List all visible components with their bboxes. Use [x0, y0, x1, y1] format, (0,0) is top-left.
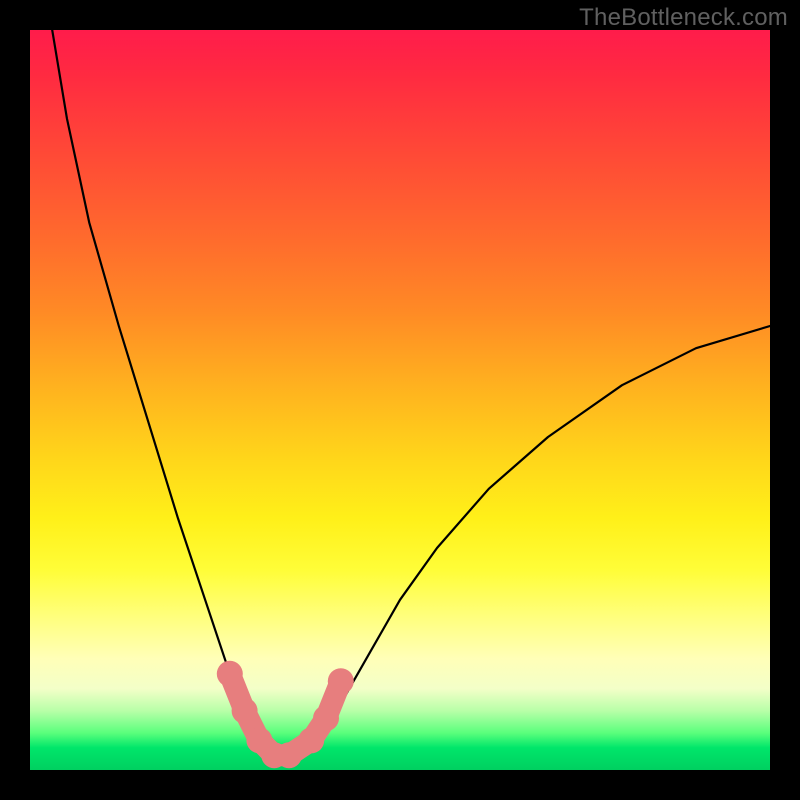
- chart-overlay: [30, 30, 770, 770]
- marker-dot: [276, 742, 302, 768]
- highlighted-range-dots: [217, 661, 354, 768]
- plot-area: [30, 30, 770, 770]
- marker-dot: [232, 698, 258, 724]
- marker-dot: [298, 727, 324, 753]
- watermark-text: TheBottleneck.com: [579, 4, 788, 32]
- marker-dot: [328, 668, 354, 694]
- marker-dot: [217, 661, 243, 687]
- marker-dot: [313, 705, 339, 731]
- chart-frame: TheBottleneck.com: [0, 0, 800, 800]
- bottleneck-curve: [52, 30, 770, 755]
